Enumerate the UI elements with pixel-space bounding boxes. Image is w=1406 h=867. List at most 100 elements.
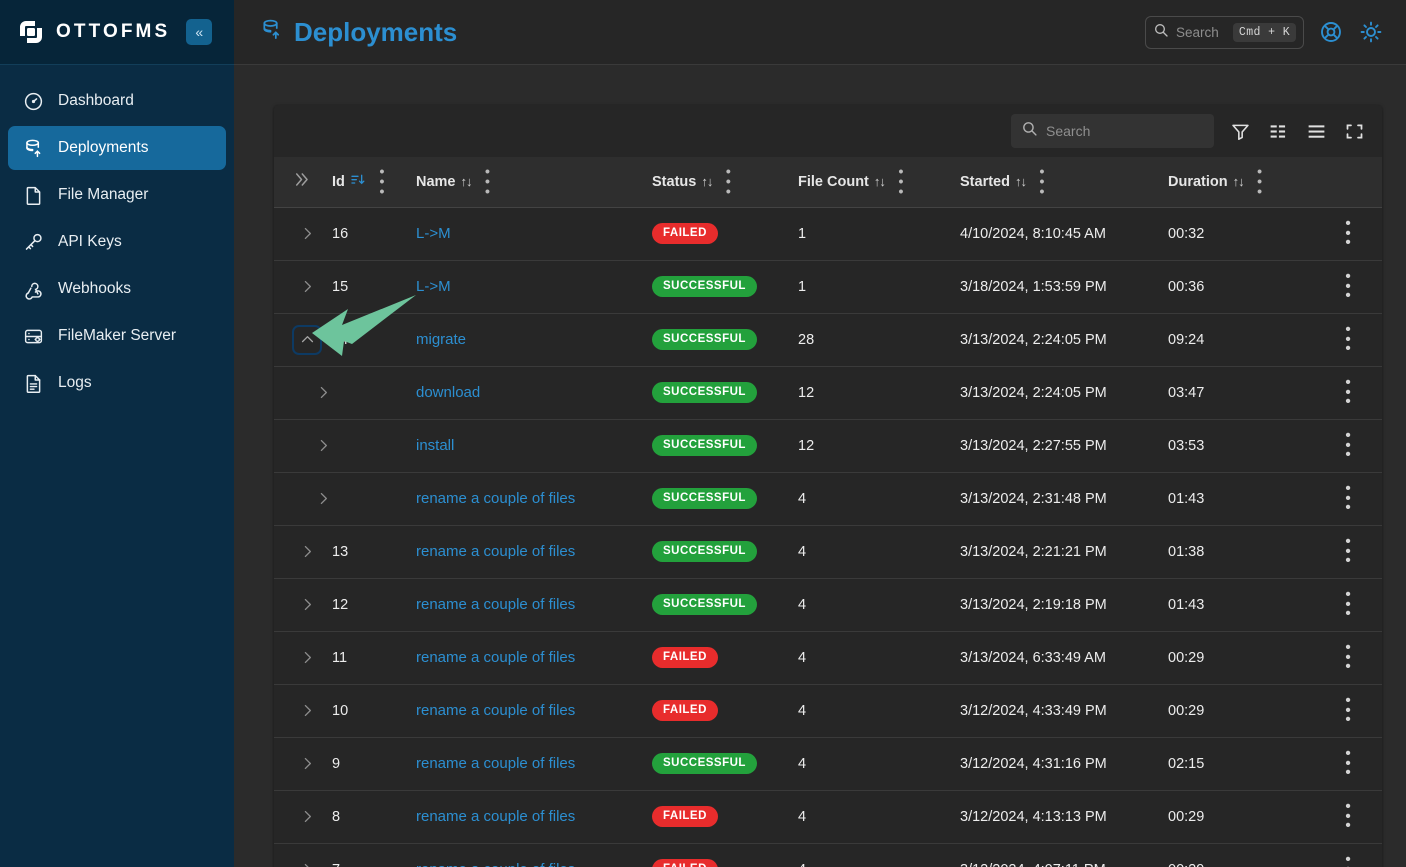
row-name-cell[interactable]: rename a couple of files <box>416 472 652 525</box>
columns-icon[interactable] <box>1266 119 1290 143</box>
row-expand-cell[interactable] <box>274 631 332 684</box>
column-header-status[interactable]: Status ↑↓ ••• <box>652 157 798 207</box>
expand-row-button[interactable] <box>292 643 322 673</box>
column-options-id[interactable]: ••• <box>377 167 387 196</box>
column-header-file-count[interactable]: File Count ↑↓ ••• <box>798 157 960 207</box>
table-row[interactable]: 7rename a couple of filesFAILED43/12/202… <box>274 843 1382 867</box>
sort-both-icon[interactable]: ↑↓ <box>461 174 472 189</box>
sidebar-item-api-keys[interactable]: API Keys <box>8 220 226 264</box>
expand-all-header[interactable] <box>274 157 332 207</box>
sort-both-icon[interactable]: ↑↓ <box>1015 174 1026 189</box>
column-header-name[interactable]: Name ↑↓ ••• <box>416 157 652 207</box>
row-actions-cell[interactable]: ••• <box>1314 578 1382 631</box>
deployment-name-link[interactable]: rename a couple of files <box>416 490 575 507</box>
row-name-cell[interactable]: migrate <box>416 313 652 366</box>
column-options-status[interactable]: ••• <box>723 167 733 196</box>
sidebar-item-filemaker-server[interactable]: FileMaker Server <box>8 314 226 358</box>
row-options-button[interactable]: ••• <box>1314 219 1382 249</box>
row-options-button[interactable]: ••• <box>1314 537 1382 567</box>
row-name-cell[interactable]: L->M <box>416 260 652 313</box>
row-actions-cell[interactable]: ••• <box>1314 313 1382 366</box>
table-row[interactable]: 14migrateSUCCESSFUL283/13/2024, 2:24:05 … <box>274 313 1382 366</box>
row-name-cell[interactable]: rename a couple of files <box>416 684 652 737</box>
table-row[interactable]: downloadSUCCESSFUL123/13/2024, 2:24:05 P… <box>274 366 1382 419</box>
row-name-cell[interactable]: install <box>416 419 652 472</box>
row-actions-cell[interactable]: ••• <box>1314 843 1382 867</box>
row-expand-cell[interactable] <box>274 737 332 790</box>
sidebar-item-file-manager[interactable]: File Manager <box>8 173 226 217</box>
expand-row-button[interactable] <box>292 855 322 867</box>
sun-icon[interactable] <box>1358 19 1384 45</box>
deployment-name-link[interactable]: L->M <box>416 278 451 295</box>
column-options-file-count[interactable]: ••• <box>896 167 906 196</box>
deployment-name-link[interactable]: install <box>416 437 454 454</box>
table-search-input[interactable]: Search <box>1011 114 1214 148</box>
deployment-name-link[interactable]: rename a couple of files <box>416 543 575 560</box>
row-expand-cell[interactable] <box>274 313 332 366</box>
expand-row-button[interactable] <box>292 749 322 779</box>
table-row[interactable]: installSUCCESSFUL123/13/2024, 2:27:55 PM… <box>274 419 1382 472</box>
row-expand-cell[interactable] <box>274 578 332 631</box>
row-name-cell[interactable]: download <box>416 366 652 419</box>
row-actions-cell[interactable]: ••• <box>1314 366 1382 419</box>
row-actions-cell[interactable]: ••• <box>1314 737 1382 790</box>
row-name-cell[interactable]: rename a couple of files <box>416 578 652 631</box>
density-lines-icon[interactable] <box>1304 119 1328 143</box>
sidebar-item-webhooks[interactable]: Webhooks <box>8 267 226 311</box>
sort-both-icon[interactable]: ↑↓ <box>1233 174 1244 189</box>
sidebar-collapse-button[interactable]: « <box>186 19 212 45</box>
row-name-cell[interactable]: rename a couple of files <box>416 525 652 578</box>
deployment-name-link[interactable]: rename a couple of files <box>416 649 575 666</box>
table-row[interactable]: 10rename a couple of filesFAILED43/12/20… <box>274 684 1382 737</box>
column-options-duration[interactable]: ••• <box>1255 167 1265 196</box>
row-expand-cell[interactable] <box>274 366 332 419</box>
row-expand-cell[interactable] <box>274 260 332 313</box>
row-expand-cell[interactable] <box>274 419 332 472</box>
row-options-button[interactable]: ••• <box>1314 749 1382 779</box>
row-options-button[interactable]: ••• <box>1314 325 1382 355</box>
funnel-icon[interactable] <box>1228 119 1252 143</box>
row-actions-cell[interactable]: ••• <box>1314 631 1382 684</box>
deployment-name-link[interactable]: download <box>416 384 480 401</box>
row-expand-cell[interactable] <box>274 207 332 260</box>
row-actions-cell[interactable]: ••• <box>1314 472 1382 525</box>
row-actions-cell[interactable]: ••• <box>1314 790 1382 843</box>
column-header-id[interactable]: Id ••• <box>332 157 416 207</box>
lifebuoy-icon[interactable] <box>1318 19 1344 45</box>
row-name-cell[interactable]: L->M <box>416 207 652 260</box>
deployment-name-link[interactable]: rename a couple of files <box>416 861 575 867</box>
row-options-button[interactable]: ••• <box>1314 802 1382 832</box>
sort-both-icon[interactable]: ↑↓ <box>701 174 712 189</box>
deployment-name-link[interactable]: rename a couple of files <box>416 808 575 825</box>
row-name-cell[interactable]: rename a couple of files <box>416 737 652 790</box>
table-row[interactable]: rename a couple of filesSUCCESSFUL43/13/… <box>274 472 1382 525</box>
chevrons-right-icon[interactable] <box>292 177 311 193</box>
expand-row-button[interactable] <box>292 272 322 302</box>
row-name-cell[interactable]: rename a couple of files <box>416 843 652 867</box>
row-options-button[interactable]: ••• <box>1314 855 1382 867</box>
deployment-name-link[interactable]: rename a couple of files <box>416 755 575 772</box>
row-options-button[interactable]: ••• <box>1314 272 1382 302</box>
deployment-name-link[interactable]: rename a couple of files <box>416 596 575 613</box>
column-header-duration[interactable]: Duration ↑↓ ••• <box>1168 157 1314 207</box>
row-expand-cell[interactable] <box>274 684 332 737</box>
table-row[interactable]: 15L->MSUCCESSFUL13/18/2024, 1:53:59 PM00… <box>274 260 1382 313</box>
expand-row-button[interactable] <box>292 802 322 832</box>
row-name-cell[interactable]: rename a couple of files <box>416 790 652 843</box>
table-row[interactable]: 9rename a couple of filesSUCCESSFUL43/12… <box>274 737 1382 790</box>
row-options-button[interactable]: ••• <box>1314 590 1382 620</box>
global-search-input[interactable]: Search Cmd + K <box>1145 16 1304 49</box>
column-options-name[interactable]: ••• <box>483 167 493 196</box>
row-expand-cell[interactable] <box>274 790 332 843</box>
row-actions-cell[interactable]: ••• <box>1314 684 1382 737</box>
sidebar-item-deployments[interactable]: Deployments <box>8 126 226 170</box>
fullscreen-icon[interactable] <box>1342 119 1366 143</box>
row-expand-cell[interactable] <box>274 525 332 578</box>
row-options-button[interactable]: ••• <box>1314 431 1382 461</box>
collapse-row-button[interactable] <box>292 325 322 355</box>
expand-row-button[interactable] <box>292 590 322 620</box>
row-options-button[interactable]: ••• <box>1314 484 1382 514</box>
row-options-button[interactable]: ••• <box>1314 696 1382 726</box>
sort-both-icon[interactable]: ↑↓ <box>874 174 885 189</box>
row-expand-cell[interactable] <box>274 843 332 867</box>
